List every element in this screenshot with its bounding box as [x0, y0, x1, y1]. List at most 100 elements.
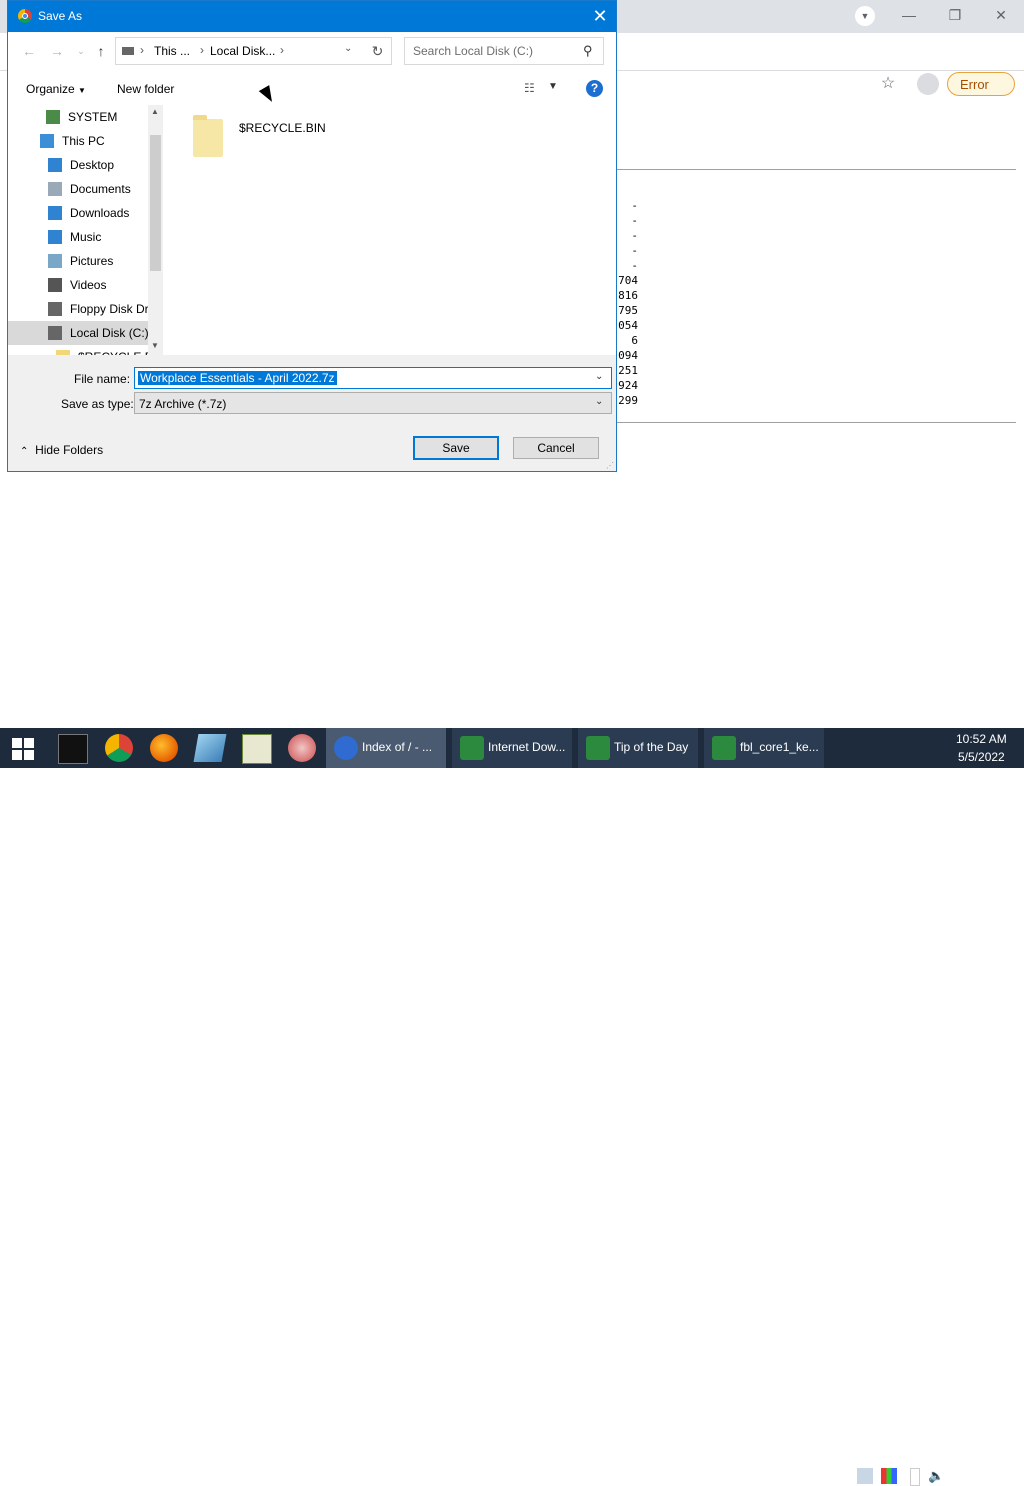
download-tray-icon[interactable] [833, 1468, 849, 1484]
chevron-down-icon[interactable]: ⌄ [595, 371, 603, 382]
tree-item[interactable]: Downloads [8, 201, 148, 225]
scroll-up-icon[interactable]: ▲ [151, 107, 159, 116]
windows-start-icon[interactable] [12, 738, 34, 760]
volume-muted-icon[interactable]: 🔈 [928, 1468, 944, 1484]
help-icon[interactable]: ? [586, 80, 603, 97]
up-arrow-icon[interactable]: ↑ [92, 42, 110, 60]
user-icon [46, 110, 60, 124]
taskbar-button[interactable]: fbl_core1_ke... [704, 728, 824, 768]
organize-button[interactable]: Organize ▼ [26, 82, 86, 96]
usb-icon[interactable] [910, 1468, 920, 1486]
address-bar[interactable]: › This ... › Local Disk... › ⌄ [115, 37, 365, 65]
notepad-icon[interactable] [193, 734, 227, 762]
taskbar-button[interactable]: Tip of the Day [578, 728, 698, 768]
spreadsheet-icon[interactable] [242, 734, 272, 764]
tree-item[interactable]: Music [8, 225, 148, 249]
chevron-up-icon: ⌃ [20, 446, 29, 457]
resize-grip-icon[interactable]: ⋰ [606, 461, 614, 470]
forward-arrow-icon[interactable]: → [48, 42, 66, 60]
display-icon[interactable] [881, 1468, 897, 1484]
downloader-icon [460, 736, 484, 760]
hide-folders-button[interactable]: ⌃ Hide Folders [20, 443, 103, 457]
tree-item[interactable]: Floppy Disk Dri [8, 297, 148, 321]
bookmark-star-icon[interactable]: ☆ [878, 74, 898, 94]
tree-item-label: Pictures [70, 254, 114, 268]
network-icon[interactable] [857, 1468, 873, 1484]
paint-icon[interactable] [288, 734, 316, 762]
save-type-value: 7z Archive (*.7z) [139, 397, 227, 411]
file-name-label: File name: [74, 372, 131, 386]
music-icon [48, 230, 62, 244]
firefox-icon[interactable] [150, 734, 178, 762]
file-name-value: Workplace Essentials - April 2022.7z [138, 371, 337, 385]
close-icon[interactable]: ✕ [588, 5, 612, 27]
tree-item[interactable]: Desktop [8, 153, 148, 177]
search-icon: ⚲ [583, 43, 593, 58]
search-placeholder: Search Local Disk (C:) [413, 44, 534, 58]
taskbar-button[interactable]: Internet Dow... [452, 728, 572, 768]
navigation-pane: SYSTEM This PC Desktop Documents Downloads Mu… [8, 105, 163, 355]
dialog-titlebar[interactable]: Save As ✕ [8, 1, 616, 32]
tab-search-icon[interactable]: ▼ [855, 6, 875, 26]
clock-time[interactable]: 10:52 AM [956, 732, 1007, 746]
error-chip[interactable]: Error [947, 72, 1015, 96]
minimize-icon[interactable]: — [886, 0, 932, 30]
clock-date[interactable]: 5/5/2022 [958, 750, 1005, 764]
profile-avatar[interactable] [917, 73, 939, 95]
tree-item[interactable]: SYSTEM [8, 105, 148, 129]
pictures-icon [48, 254, 62, 268]
save-type-select[interactable]: 7z Archive (*.7z) ⌄ [134, 392, 612, 414]
scroll-down-icon[interactable]: ▼ [151, 341, 159, 350]
chevron-down-icon: ▼ [78, 86, 86, 95]
taskbar-button-label: Tip of the Day [614, 740, 689, 754]
tree-item[interactable]: This PC [8, 129, 148, 153]
file-name-field[interactable]: Workplace Essentials - April 2022.7z ⌄ [134, 367, 612, 389]
tree-item-label: Local Disk (C:) [70, 326, 148, 340]
refresh-button[interactable]: ↻ [364, 37, 392, 65]
tree-item-label: Videos [70, 278, 107, 292]
terminal-icon[interactable] [58, 734, 88, 764]
taskbar-button[interactable]: Index of / - ... [326, 728, 446, 768]
breadcrumb-local-disk[interactable]: Local Disk... [210, 44, 275, 58]
chevron-down-icon[interactable]: ▼ [548, 81, 558, 92]
tree-item[interactable]: Videos [8, 273, 148, 297]
chrome-icon[interactable] [105, 734, 133, 762]
file-item[interactable]: $RECYCLE.BIN [183, 115, 333, 159]
tree-item[interactable]: Local Disk (C:) [8, 321, 148, 345]
taskbar: Index of / - ... Internet Dow... Tip of th… [0, 728, 1024, 1486]
file-name: $RECYCLE.BIN [239, 121, 326, 135]
recent-locations-icon[interactable]: ⌄ [72, 42, 90, 60]
tree-item[interactable]: $RECYCLE.BIN [8, 345, 148, 355]
save-type-label: Save as type: [61, 397, 134, 411]
save-options-panel: File name: Workplace Essentials - April … [8, 355, 616, 471]
new-folder-button[interactable]: New folder [117, 82, 174, 96]
dialog-title: Save As [38, 9, 83, 23]
tree-item-label: $RECYCLE.BIN [78, 345, 148, 355]
file-list: $RECYCLE.BIN [163, 105, 616, 355]
restore-icon[interactable]: ❐ [932, 0, 978, 30]
scroll-thumb[interactable] [150, 135, 161, 271]
chrome-icon [18, 9, 32, 23]
tree-item-label: Documents [70, 182, 131, 196]
chevron-down-icon[interactable]: ⌄ [344, 43, 352, 54]
view-options-icon[interactable]: ☷ [524, 81, 540, 95]
command-bar: Organize ▼ New folder ☷ ▼ ? [8, 72, 616, 106]
cancel-button[interactable]: Cancel [513, 437, 599, 459]
organize-label: Organize [26, 82, 75, 96]
chevron-right-icon[interactable]: › [280, 43, 284, 57]
chevron-down-icon[interactable]: ⌄ [595, 396, 603, 407]
desktop-icon [48, 158, 62, 172]
index-divider-bottom [617, 422, 1016, 423]
back-arrow-icon[interactable]: ← [20, 42, 38, 60]
tree-item-label: Floppy Disk Dri [70, 302, 148, 316]
tree-item[interactable]: Documents [8, 177, 148, 201]
breadcrumb-this-pc[interactable]: This ... [154, 44, 190, 58]
downloader-icon [712, 736, 736, 760]
save-button[interactable]: Save [413, 436, 499, 460]
chevron-right-icon[interactable]: › [200, 43, 204, 57]
search-input[interactable]: Search Local Disk (C:) ⚲ [404, 37, 604, 65]
chevron-right-icon[interactable]: › [140, 43, 144, 57]
tree-item[interactable]: Pictures [8, 249, 148, 273]
nav-scrollbar[interactable]: ▲ ▼ [148, 105, 163, 355]
close-window-icon[interactable]: ✕ [978, 0, 1024, 30]
